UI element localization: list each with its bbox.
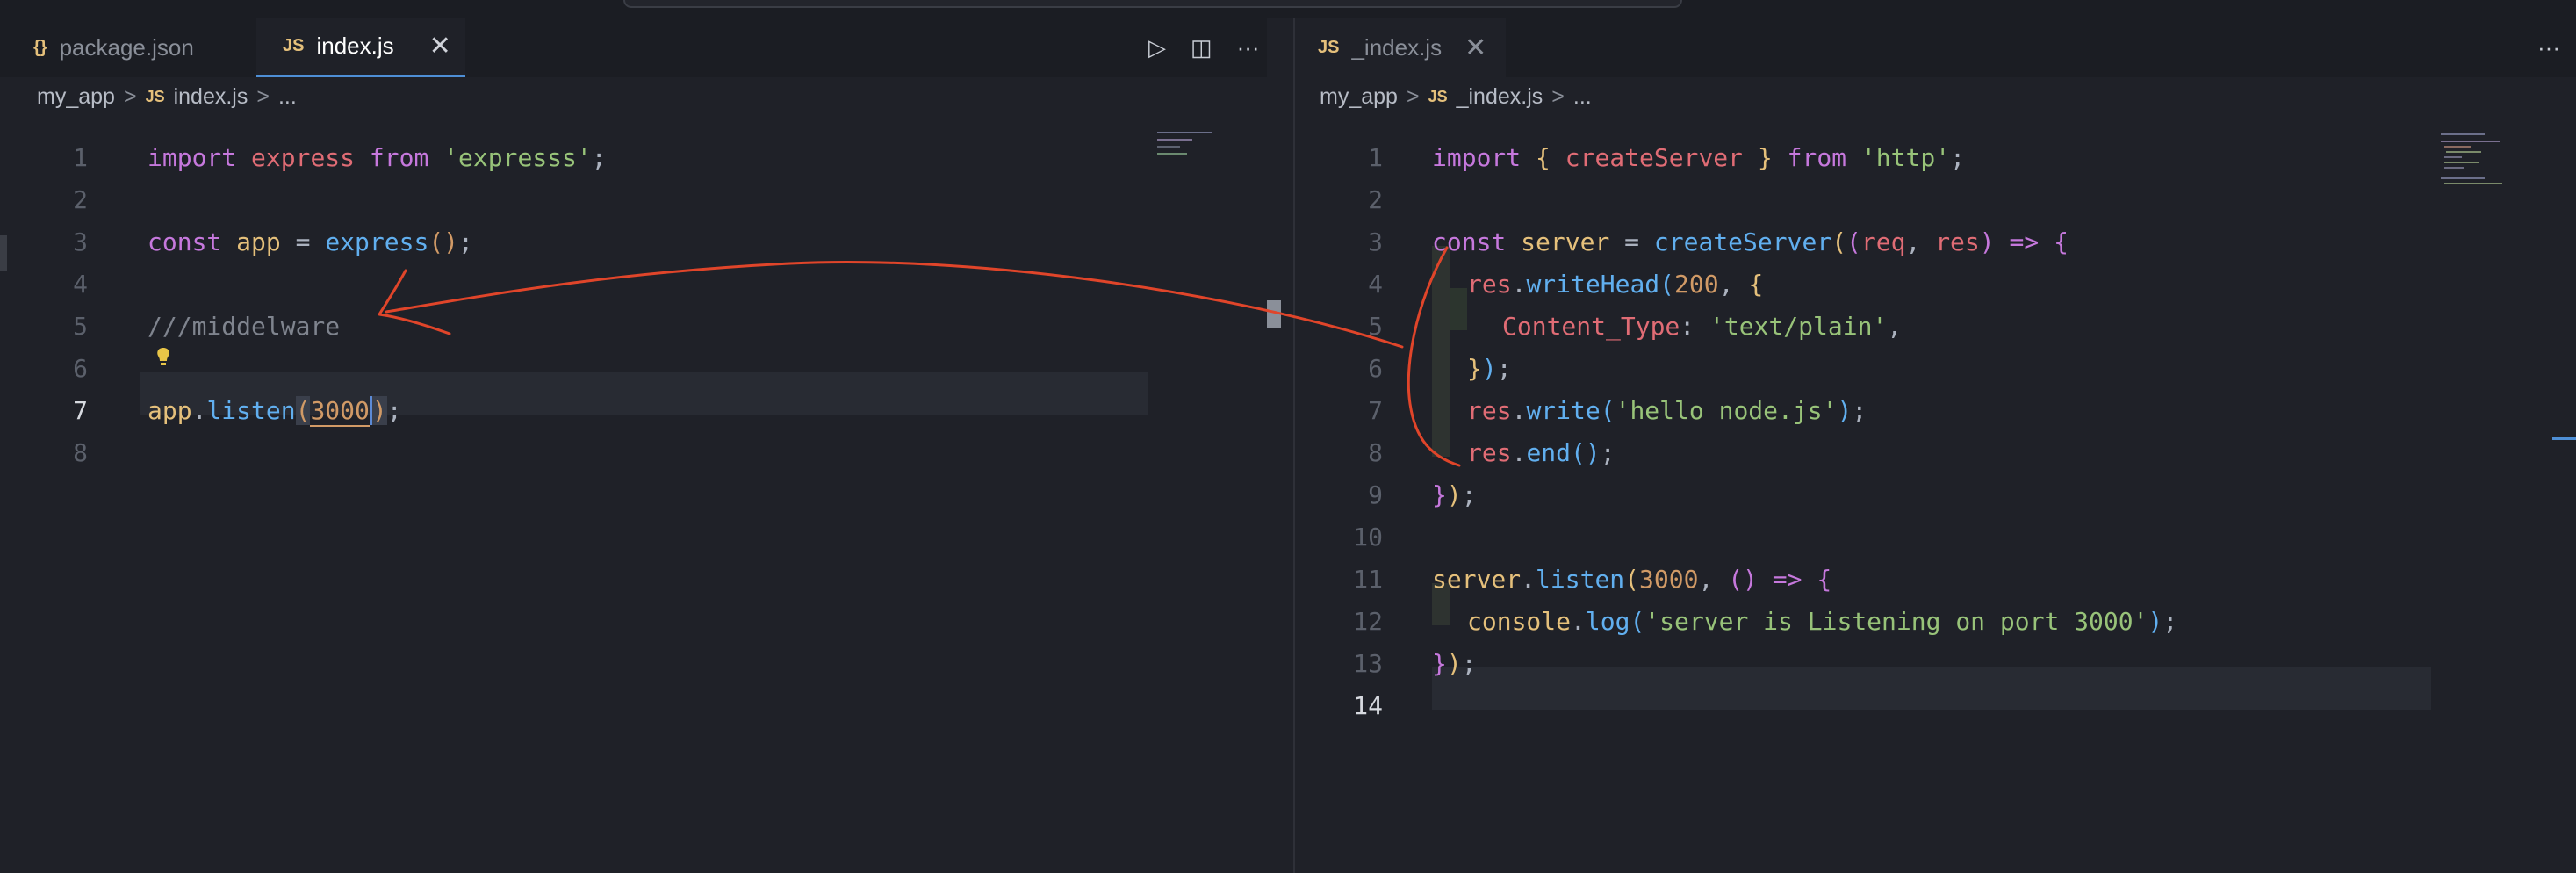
line-number: 12 [1353,607,1383,636]
line-number: 1 [1368,143,1383,172]
breadcrumb: my_app > JS _index.js > ... [1295,77,2576,116]
editor-group-right: JS _index.js ✕ ··· my_app > JS _index.js… [1295,18,2576,873]
minimap-line [2441,177,2485,179]
code-line-3: const server = createServer((req, res) =… [1432,227,2069,256]
js-file-icon: JS [1318,37,1340,57]
close-icon[interactable]: ✕ [1464,32,1486,63]
tab-label: _index.js [1351,33,1443,61]
js-file-icon: JS [283,36,305,55]
minimap-line [2444,146,2471,148]
line-number: 5 [1368,312,1383,341]
line-number: 4 [73,270,88,299]
line-number: 3 [73,227,88,256]
line-number: 4 [1368,270,1383,299]
chevron-right-icon: > [1551,83,1565,109]
line-number: 6 [1368,354,1383,383]
minimap-line [2446,151,2481,153]
tab-label: index.js [316,32,394,59]
minimap-line [2441,141,2500,142]
line-number: 8 [73,438,88,467]
minimap-line [2441,133,2485,135]
breadcrumb-folder[interactable]: my_app [37,84,115,110]
line-number: 6 [73,354,88,383]
close-icon[interactable]: ✕ [429,31,451,61]
js-file-icon: JS [1428,87,1448,105]
line-number: 2 [1368,185,1383,214]
minimap-line [2444,167,2464,169]
breadcrumb-symbol[interactable]: ... [278,84,297,110]
split-editor-icon[interactable]: ◫ [1191,34,1212,61]
line-number: 9 [1368,480,1383,509]
line-number: 2 [73,185,88,214]
command-center[interactable] [623,0,1682,8]
minimap-line [1157,146,1180,148]
breadcrumb-symbol[interactable]: ... [1573,84,1592,110]
breadcrumb-folder[interactable]: my_app [1320,84,1398,110]
code-line-1: import { createServer } from 'http'; [1432,143,1965,172]
minimap-line [1157,153,1187,155]
tab-bar-left: {} package.json JS index.js ✕ ▷ ◫ ··· [0,18,1267,77]
line-number: 10 [1353,523,1383,552]
line-number: 14 [1353,691,1383,720]
editor-group-divider[interactable] [1267,18,1295,873]
code-line-8: res.end(); [1467,438,1615,467]
more-actions-icon[interactable]: ··· [1237,34,1260,61]
code-line-6: }); [1467,354,1512,383]
minimap-line [2444,156,2462,158]
code-line-5: Content_Type: 'text/plain', [1502,312,1903,341]
minimap-left[interactable] [1157,116,1227,169]
minimap-line [1157,139,1192,141]
line-number: 11 [1353,565,1383,594]
code-line-7: app.listen(3000); [148,396,402,427]
tab-index-js[interactable]: JS index.js ✕ [256,18,465,77]
line-number: 5 [73,312,88,341]
line-number: 1 [73,143,88,172]
code-line-7: res.write('hello node.js'); [1467,396,1867,425]
code-line-4: res.writeHead(200, { [1467,270,1764,299]
minimap-line [1157,132,1212,133]
title-bar [0,0,2576,18]
code-line-12: console.log('server is Listening on port… [1467,607,2178,636]
json-icon: {} [33,37,47,57]
breadcrumb: my_app > JS index.js > ... [0,77,1267,116]
minimap-line [2444,162,2479,163]
editor-actions: ▷ ◫ ··· [1124,18,1260,77]
code-line-13: }); [1432,649,1477,678]
sash-handle[interactable] [1267,300,1281,328]
current-line-highlight [1432,667,2431,710]
breadcrumb-file[interactable]: _index.js [1457,84,1543,110]
scrollbar-cursor-marker [2552,437,2576,440]
line-number: 7 [1368,396,1383,425]
line-number: 8 [1368,438,1383,467]
chevron-right-icon: > [256,83,270,109]
code-line-3: const app = express(); [148,227,473,256]
line-number: 3 [1368,227,1383,256]
line-number: 7 [73,396,88,425]
tab-label: package.json [59,33,194,61]
code-line-11: server.listen(3000, () => { [1432,565,1832,594]
editor-group-left: {} package.json JS index.js ✕ ▷ ◫ ··· my… [0,18,1267,873]
tab-bar-right: JS _index.js ✕ ··· [1295,18,2576,77]
js-file-icon: JS [145,87,165,105]
code-line-1: import express from 'expresss'; [148,143,607,172]
code-line-9: }); [1432,480,1477,509]
line-number: 13 [1353,649,1383,678]
run-icon[interactable]: ▷ [1148,34,1166,61]
minimap-line [2444,183,2502,184]
more-actions-icon[interactable]: ··· [2537,34,2560,61]
lightbulb-icon[interactable] [155,346,172,369]
chevron-right-icon: > [123,83,137,109]
chevron-right-icon: > [1406,83,1420,109]
breadcrumb-file[interactable]: index.js [174,84,248,110]
tab-package-json[interactable]: {} package.json [0,18,256,77]
code-line-5: ///middelware [148,312,341,341]
minimap-right[interactable] [2441,116,2511,186]
editor-actions: ··· [2513,18,2560,77]
tab-underscore-index-js[interactable]: JS _index.js ✕ [1295,18,1506,77]
